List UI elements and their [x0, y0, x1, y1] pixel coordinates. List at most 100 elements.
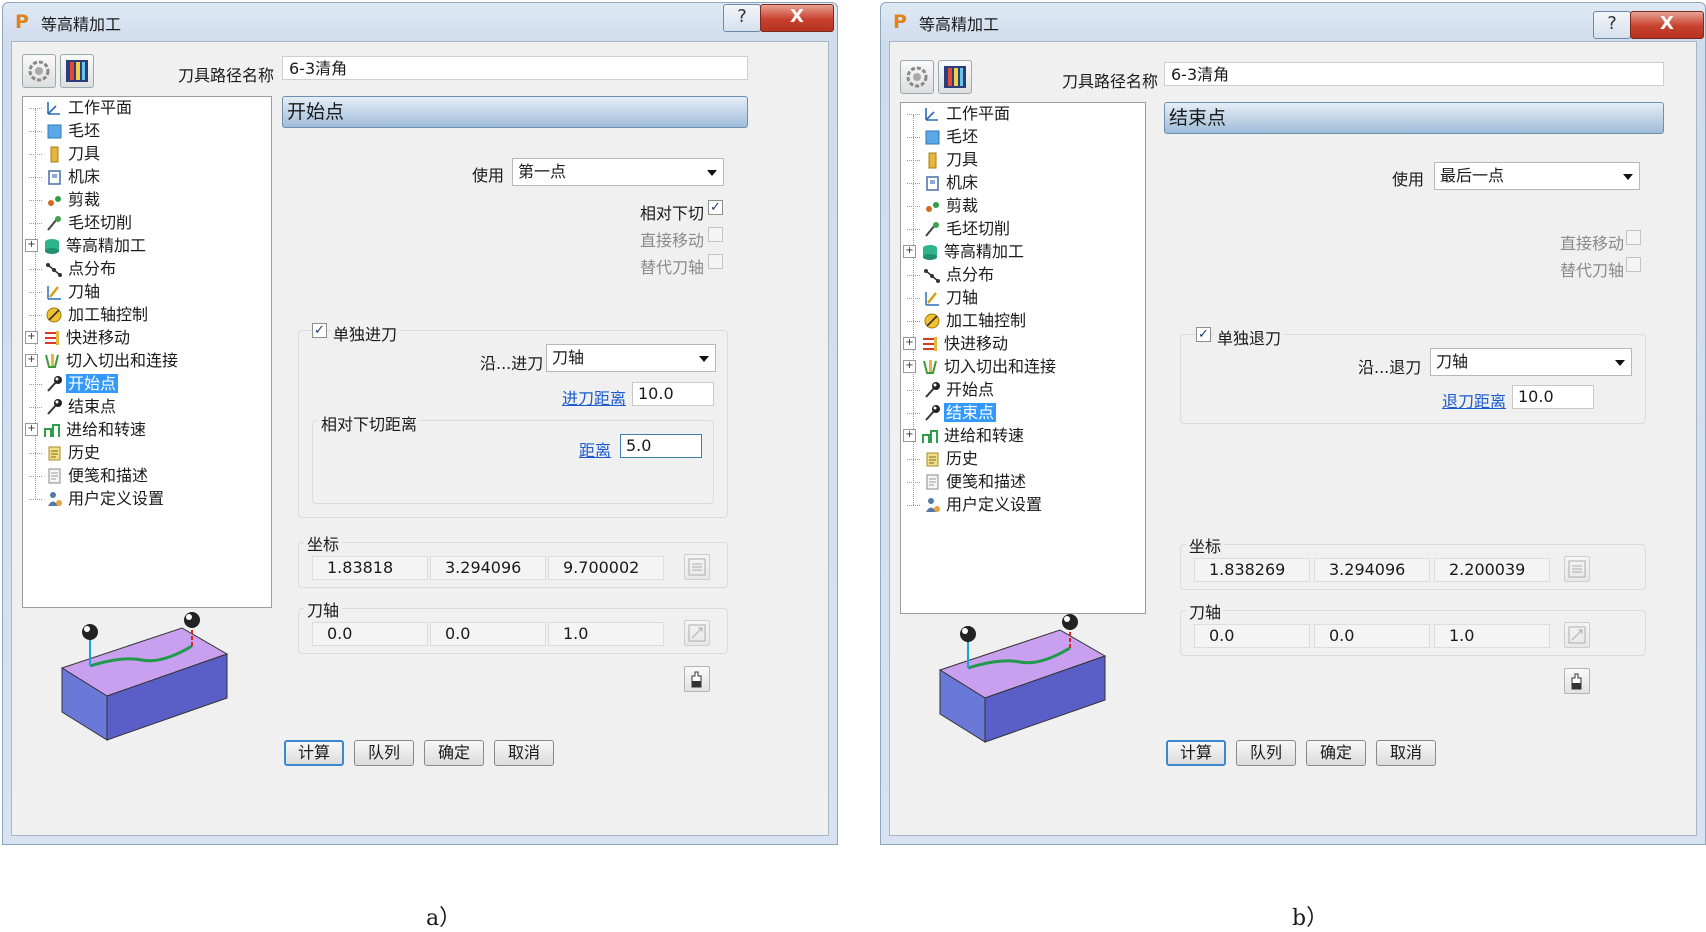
toolpath-settings-button[interactable] — [60, 54, 94, 88]
ok-button[interactable]: 确定 — [424, 740, 484, 766]
help-button[interactable]: ? — [1593, 11, 1631, 39]
tree-item-feeds-speeds[interactable]: + 进给和转速 — [903, 425, 1026, 447]
tree-item-tool[interactable]: 刀具 — [29, 143, 102, 165]
expand-icon[interactable]: + — [25, 354, 38, 367]
gear-cluster-button[interactable] — [22, 54, 56, 88]
axis-k-field[interactable]: 1.0 — [548, 622, 664, 646]
tree-item-workplane[interactable]: 工作平面 — [907, 103, 1012, 125]
tree-item-block[interactable]: 毛坯 — [907, 126, 980, 148]
separate-retract-checkbox[interactable]: ✓ — [1196, 327, 1211, 342]
tree-item-point-distribution[interactable]: 点分布 — [907, 264, 996, 286]
tree-item-tool[interactable]: 刀具 — [907, 149, 980, 171]
tree-item-axis-control[interactable]: 加工轴控制 — [29, 304, 150, 326]
tree-item-rapid-move[interactable]: + 快进移动 — [25, 327, 132, 349]
tree-item-trim[interactable]: 剪裁 — [29, 189, 102, 211]
calculate-button[interactable]: 计算 — [284, 740, 344, 766]
tree-branch — [29, 199, 42, 202]
pick-point-button[interactable] — [1564, 668, 1590, 694]
axis-edit-button[interactable] — [684, 620, 710, 646]
tree-item-end-point[interactable]: 结束点 — [29, 396, 118, 418]
alt-axis-checkbox[interactable] — [1626, 257, 1641, 272]
retract-distance-input[interactable]: 10.0 — [1512, 385, 1594, 409]
tree-item-leads-links[interactable]: + 切入切出和连接 — [25, 350, 180, 372]
axis-k-field[interactable]: 1.0 — [1434, 624, 1550, 648]
axis-j-field[interactable]: 0.0 — [1314, 624, 1430, 648]
direct-move-checkbox[interactable] — [1626, 230, 1641, 245]
expand-icon[interactable]: + — [25, 331, 38, 344]
tree-item-machine[interactable]: 机床 — [29, 166, 102, 188]
pick-point-button[interactable] — [684, 666, 710, 692]
tree-item-notes[interactable]: 便笺和描述 — [907, 471, 1028, 493]
toolpath-settings-button[interactable] — [938, 60, 972, 94]
axis-i-field[interactable]: 0.0 — [312, 622, 428, 646]
toolpath-name-input[interactable]: 6-3清角 — [1164, 62, 1664, 86]
alt-axis-checkbox[interactable] — [708, 254, 723, 269]
tree-item-workplane[interactable]: 工作平面 — [29, 97, 134, 119]
calculate-button[interactable]: 计算 — [1166, 740, 1226, 766]
tree-item-feeds-speeds[interactable]: + 进给和转速 — [25, 419, 148, 441]
coord-x-field[interactable]: 1.838269 — [1194, 558, 1310, 582]
coord-x-field[interactable]: 1.83818 — [312, 556, 428, 580]
direct-move-checkbox[interactable] — [708, 227, 723, 242]
tree-item-tool-axis[interactable]: 刀轴 — [907, 287, 980, 309]
tree-item-rapid-move[interactable]: + 快进移动 — [903, 333, 1010, 355]
tree-item-trim[interactable]: 剪裁 — [907, 195, 980, 217]
coord-z-field[interactable]: 9.700002 — [548, 556, 664, 580]
tree-item-start-point[interactable]: 开始点 — [907, 379, 996, 401]
tree-item-stock-cut[interactable]: 毛坯切削 — [29, 212, 134, 234]
tree-item-axis-control[interactable]: 加工轴控制 — [907, 310, 1028, 332]
tree-item-history[interactable]: 历史 — [907, 448, 980, 470]
coord-y-field[interactable]: 3.294096 — [1314, 558, 1430, 582]
axis-edit-button[interactable] — [1564, 622, 1590, 648]
use-select[interactable]: 最后一点 — [1434, 162, 1640, 190]
rel-plunge-checkbox[interactable]: ✓ — [708, 200, 723, 215]
ok-button[interactable]: 确定 — [1306, 740, 1366, 766]
separate-approach-checkbox[interactable]: ✓ — [312, 323, 327, 338]
use-select[interactable]: 第一点 — [512, 158, 724, 186]
tree-item-notes[interactable]: 便笺和描述 — [29, 465, 150, 487]
tree-item-leads-links[interactable]: + 切入切出和连接 — [903, 356, 1058, 378]
cancel-button[interactable]: 取消 — [1376, 740, 1436, 766]
section-header: 结束点 — [1164, 102, 1664, 134]
along-select[interactable]: 刀轴 — [546, 344, 716, 372]
queue-button[interactable]: 队列 — [354, 740, 414, 766]
along-select[interactable]: 刀轴 — [1430, 348, 1632, 376]
close-button[interactable]: X — [760, 4, 834, 32]
tree-item-user-settings[interactable]: 用户定义设置 — [907, 494, 1044, 516]
tree-item-tool-axis[interactable]: 刀轴 — [29, 281, 102, 303]
tree-item-constant-z[interactable]: + 等高精加工 — [903, 241, 1026, 263]
tree-item-history[interactable]: 历史 — [29, 442, 102, 464]
coord-list-button[interactable] — [1564, 556, 1590, 582]
coord-list-button[interactable] — [684, 554, 710, 580]
expand-icon[interactable]: + — [25, 239, 38, 252]
tree-item-user-settings[interactable]: 用户定义设置 — [29, 488, 166, 510]
distance-input[interactable]: 5.0 — [620, 434, 702, 458]
tree-item-machine[interactable]: 机床 — [907, 172, 980, 194]
tree-item-end-point[interactable]: 结束点 — [907, 402, 997, 424]
retract-distance-link[interactable]: 退刀距离 — [1442, 388, 1506, 412]
coord-z-field[interactable]: 2.200039 — [1434, 558, 1550, 582]
distance-link[interactable]: 距离 — [579, 437, 611, 461]
coord-y-field[interactable]: 3.294096 — [430, 556, 546, 580]
expand-icon[interactable]: + — [903, 245, 916, 258]
help-button[interactable]: ? — [723, 4, 761, 32]
expand-icon[interactable]: + — [903, 429, 916, 442]
tree-item-block[interactable]: 毛坯 — [29, 120, 102, 142]
expand-icon[interactable]: + — [903, 360, 916, 373]
approach-distance-link[interactable]: 进刀距离 — [562, 385, 626, 409]
tree-item-point-distribution[interactable]: 点分布 — [29, 258, 118, 280]
gear-cluster-button[interactable] — [900, 60, 934, 94]
queue-button[interactable]: 队列 — [1236, 740, 1296, 766]
close-button[interactable]: X — [1630, 11, 1704, 39]
toolpath-name-input[interactable]: 6-3清角 — [282, 56, 748, 80]
approach-distance-input[interactable]: 10.0 — [632, 382, 714, 406]
section-header: 开始点 — [282, 96, 748, 128]
tree-item-constant-z[interactable]: + 等高精加工 — [25, 235, 148, 257]
tree-item-stock-cut[interactable]: 毛坯切削 — [907, 218, 1012, 240]
tree-item-start-point[interactable]: 开始点 — [29, 373, 119, 395]
expand-icon[interactable]: + — [25, 423, 38, 436]
expand-icon[interactable]: + — [903, 337, 916, 350]
axis-j-field[interactable]: 0.0 — [430, 622, 546, 646]
axis-i-field[interactable]: 0.0 — [1194, 624, 1310, 648]
cancel-button[interactable]: 取消 — [494, 740, 554, 766]
